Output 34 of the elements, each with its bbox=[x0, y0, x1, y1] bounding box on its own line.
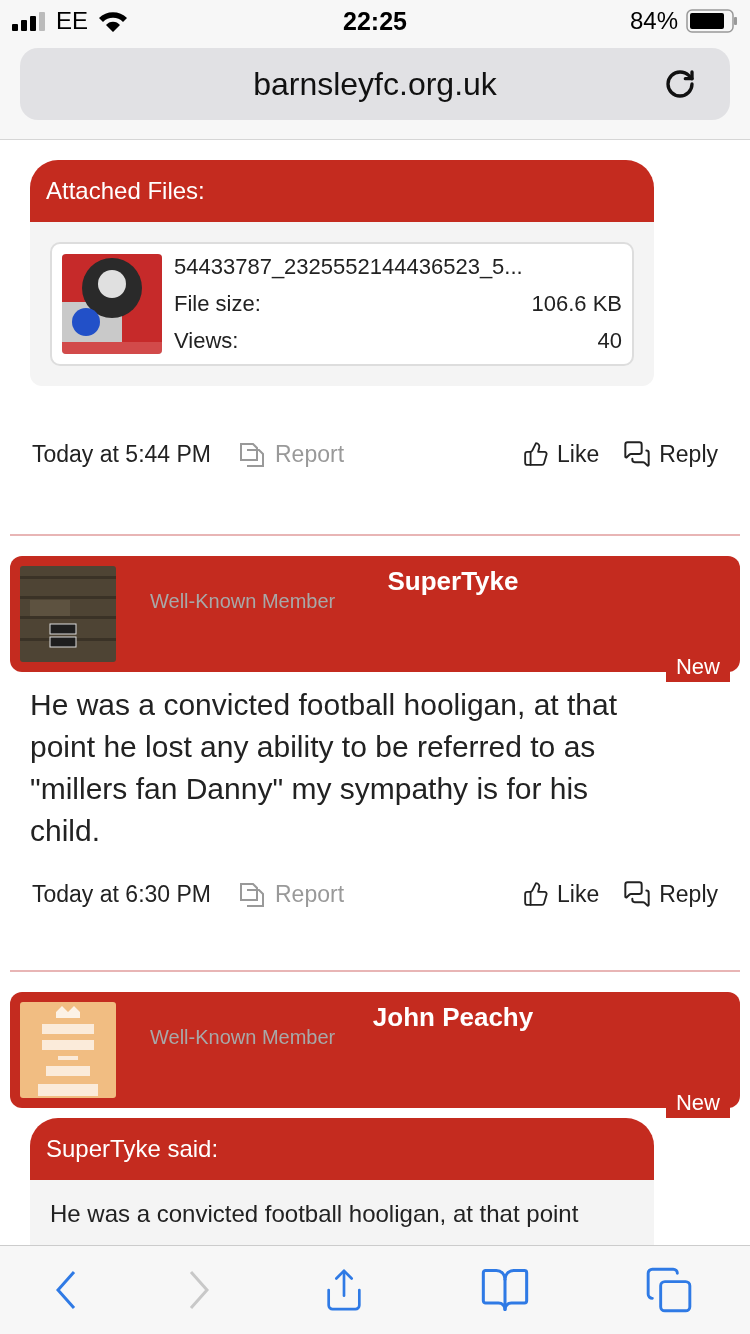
reply-link[interactable]: Reply bbox=[623, 440, 718, 468]
file-size: 106.6 KB bbox=[531, 291, 622, 317]
member-role: Well-Known Member bbox=[150, 1026, 336, 1049]
forward-icon bbox=[188, 1271, 209, 1309]
post-time: Today at 6:30 PM bbox=[32, 880, 211, 908]
like-link[interactable]: Like bbox=[523, 880, 600, 908]
views-label: Views: bbox=[174, 328, 239, 354]
back-icon bbox=[56, 1271, 77, 1309]
battery-icon bbox=[686, 9, 738, 33]
reply-link[interactable]: Reply bbox=[623, 880, 718, 908]
back-button[interactable] bbox=[56, 1271, 77, 1309]
thumbs-up-icon bbox=[523, 881, 549, 907]
thumbs-up-icon bbox=[523, 441, 549, 467]
member-role: Well-Known Member bbox=[150, 590, 336, 613]
post-time: Today at 5:44 PM bbox=[32, 440, 211, 468]
views-count: 40 bbox=[597, 328, 622, 354]
clock-time: 22:25 bbox=[343, 6, 407, 36]
speech-bubbles-icon bbox=[623, 440, 652, 468]
report-icon bbox=[237, 440, 267, 468]
file-size-label: File size: bbox=[174, 291, 261, 317]
post-message: He was a convicted football hooligan, at that point he lost any ability to be referred to as "millers fan Danny" my sympathy is for his child. bbox=[29, 687, 619, 849]
file-card[interactable]: 54433787_2325552144436523_5... File size: 106.6 KB Views: 40 bbox=[50, 242, 634, 366]
file-name: 54433787_2325552144436523_5... bbox=[174, 254, 524, 280]
quote-header: SuperTyke said: bbox=[30, 1118, 654, 1180]
reload-icon[interactable] bbox=[664, 68, 696, 100]
battery-percent: 84% bbox=[629, 7, 678, 35]
report-icon bbox=[237, 880, 267, 908]
carrier-name: EE bbox=[56, 7, 88, 35]
attachments-header: Attached Files: bbox=[30, 160, 654, 222]
address-bar[interactable]: barnsleyfc.org.uk bbox=[20, 48, 730, 120]
speech-bubbles-icon bbox=[623, 880, 652, 908]
signal-icon bbox=[12, 11, 46, 31]
wifi-icon bbox=[98, 10, 128, 32]
like-link[interactable]: Like bbox=[523, 440, 600, 468]
